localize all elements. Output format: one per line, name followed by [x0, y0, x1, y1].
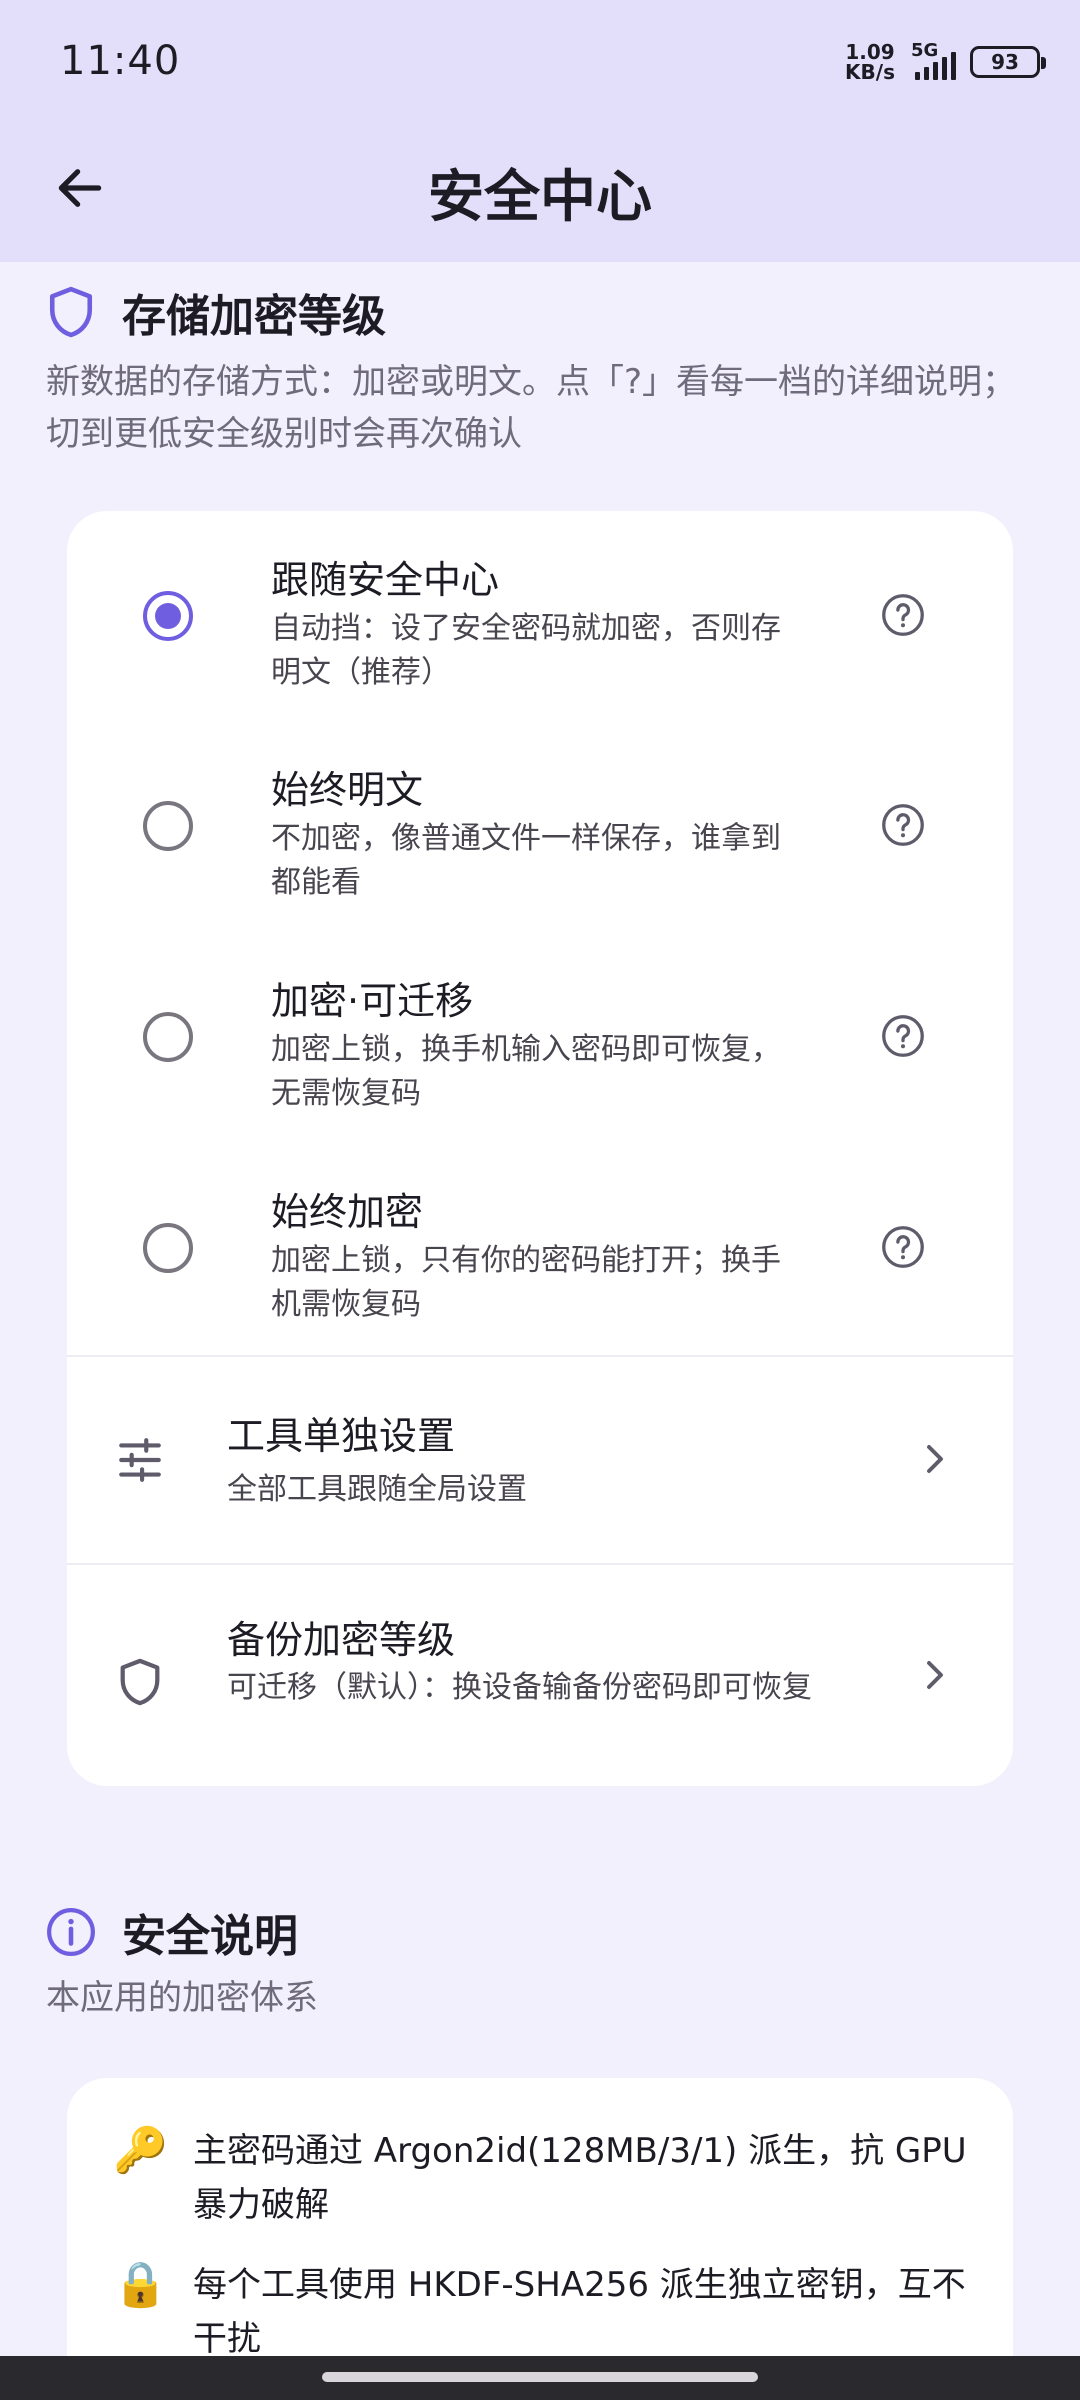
battery-icon: 93: [970, 46, 1046, 78]
option-follow-security-center[interactable]: 跟随安全中心 自动挡：设了安全密码就加密，否则存明文（推荐）: [67, 511, 1013, 721]
radio-button[interactable]: [143, 1223, 193, 1273]
tune-icon: [119, 1438, 161, 1482]
tool-settings-title: 工具单独设置: [227, 1414, 456, 1458]
option-subtitle: 不加密，像普通文件一样保存，谁拿到都能看: [271, 821, 781, 900]
signal-icon: 5G: [911, 40, 956, 80]
storage-section-description: 新数据的存储方式：加密或明文。点「?」看每一档的详细说明；切到更低安全级别时会再…: [46, 362, 1017, 454]
header: 11:40 1.09 KB/s 5G 93 安全中心: [0, 0, 1080, 262]
network-type: 5G: [911, 40, 939, 61]
network-speed: 1.09 KB/s: [845, 42, 895, 82]
info-icon: [47, 1908, 95, 1956]
option-subtitle: 自动挡：设了安全密码就加密，否则存明文（推荐）: [271, 611, 781, 690]
radio-button[interactable]: [143, 1012, 193, 1062]
key-icon: 🔑: [113, 2125, 168, 2176]
status-bar: 11:40 1.09 KB/s 5G 93: [0, 0, 1080, 120]
chevron-right-icon: [927, 1445, 943, 1473]
help-icon[interactable]: [881, 1225, 925, 1269]
help-icon[interactable]: [881, 1014, 925, 1058]
status-icons: 1.09 KB/s 5G 93: [845, 40, 1046, 84]
option-encrypted-migratable[interactable]: 加密·可迁移 加密上锁，换手机输入密码即可恢复，无需恢复码: [67, 932, 1013, 1142]
storage-section-header: 存储加密等级: [46, 280, 386, 344]
backup-encryption-title: 备份加密等级: [227, 1618, 456, 1662]
lock-icon: 🔒: [113, 2259, 168, 2310]
chevron-right-icon: [927, 1661, 943, 1689]
network-speed-value: 1.09: [845, 40, 895, 64]
security-info-title: 安全说明: [122, 1911, 298, 1962]
help-icon[interactable]: [881, 593, 925, 637]
tool-settings-row[interactable]: 工具单独设置 全部工具跟随全局设置: [67, 1357, 1013, 1563]
option-subtitle: 加密上锁，换手机输入密码即可恢复，无需恢复码: [271, 1032, 781, 1111]
backup-encryption-row[interactable]: 备份加密等级 可迁移（默认）：换设备输备份密码即可恢复: [67, 1565, 1013, 1786]
option-title: 始终加密: [271, 1190, 424, 1234]
battery-level: 93: [991, 50, 1019, 74]
help-icon[interactable]: [881, 803, 925, 847]
option-title: 跟随安全中心: [271, 558, 500, 602]
security-info-card: 🔑 主密码通过 Argon2id(128MB/3/1) 派生，抗 GPU 暴力破…: [67, 2078, 1013, 2400]
option-subtitle: 加密上锁，只有你的密码能打开；换手机需恢复码: [271, 1243, 781, 1322]
tool-settings-subtitle: 全部工具跟随全局设置: [227, 1472, 527, 1507]
page-title: 安全中心: [428, 165, 652, 230]
shield-outline-icon: [120, 1658, 160, 1706]
screen: 11:40 1.09 KB/s 5G 93 安全中心 存储加密等级 新数据的存储…: [0, 0, 1080, 2400]
storage-section-title: 存储加密等级: [122, 291, 386, 342]
top-app-bar: 安全中心: [0, 120, 1080, 262]
security-info-header: 安全说明: [46, 1900, 298, 1964]
network-speed-unit: KB/s: [845, 60, 895, 84]
radio-button[interactable]: [143, 801, 193, 851]
option-title: 加密·可迁移: [271, 979, 474, 1023]
radio-button-selected[interactable]: [143, 591, 193, 641]
system-navigation-bar: [0, 2356, 1080, 2400]
gesture-handle[interactable]: [322, 2372, 758, 2382]
option-always-encrypted[interactable]: 始终加密 加密上锁，只有你的密码能打开；换手机需恢复码: [67, 1143, 1013, 1353]
status-time: 11:40: [60, 38, 181, 84]
option-title: 始终明文: [271, 768, 424, 812]
option-always-plaintext[interactable]: 始终明文 不加密，像普通文件一样保存，谁拿到都能看: [67, 721, 1013, 931]
security-info-description: 本应用的加密体系: [46, 1978, 318, 2018]
backup-encryption-subtitle: 可迁移（默认）：换设备输备份密码即可恢复: [227, 1670, 812, 1705]
storage-options-card: 跟随安全中心 自动挡：设了安全密码就加密，否则存明文（推荐） 始终明文 不加密，…: [67, 511, 1013, 1786]
info-item-text: 每个工具使用 HKDF-SHA256 派生独立密钥，互不干扰: [193, 2265, 966, 2359]
info-item-text: 主密码通过 Argon2id(128MB/3/1) 派生，抗 GPU 暴力破解: [193, 2131, 967, 2225]
shield-icon: [49, 286, 93, 338]
